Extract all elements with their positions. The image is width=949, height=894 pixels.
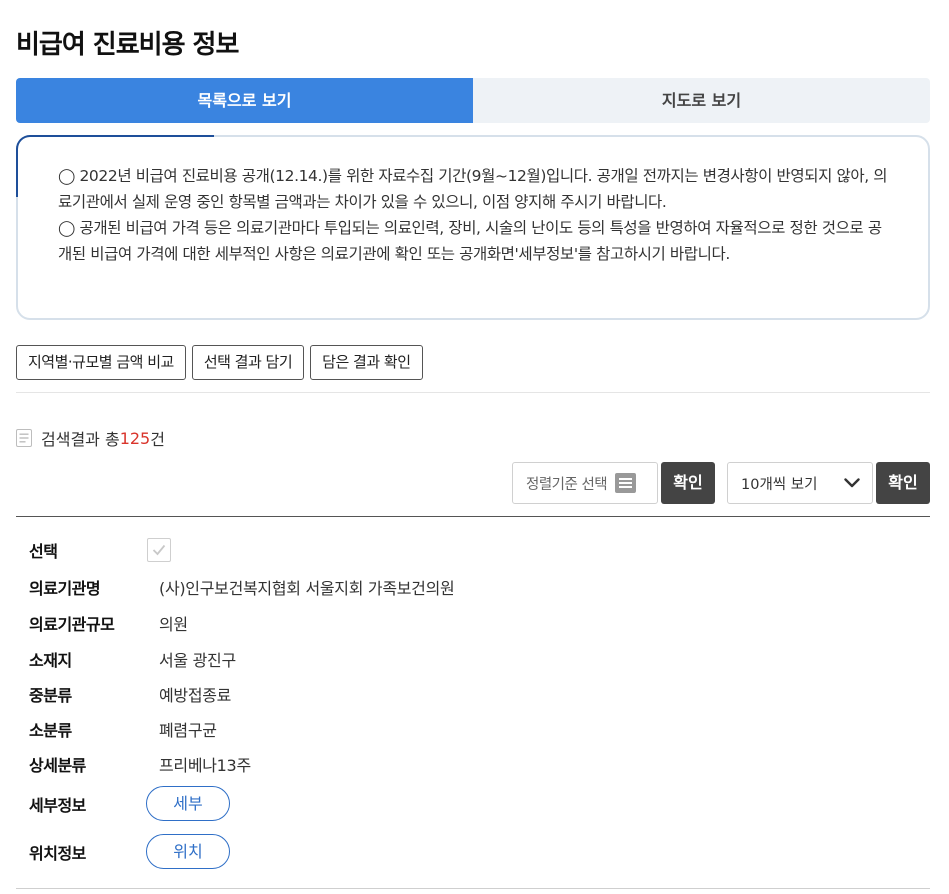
notice-box: ◯ 2022년 비급여 진료비용 공개(12.14.)를 위한 자료수집 기간(… (16, 135, 930, 320)
notice-text-2: ◯ 공개된 비급여 가격 등은 의료기관마다 투입되는 의료인력, 장비, 시술… (58, 219, 882, 263)
page-size-select[interactable]: 10개씩 보기 (727, 462, 873, 504)
row-mid-category: 중분류 예방접종료 (29, 682, 231, 706)
detail-button[interactable]: 세부 (146, 786, 230, 821)
field-value: 프리베나13주 (159, 756, 251, 775)
action-buttons: 지역별·규모별 금액 비교 선택 결과 담기 담은 결과 확인 (16, 345, 423, 380)
result-suffix: 건 (150, 430, 165, 449)
divider (16, 392, 930, 393)
sort-select-label: 정렬기준 선택 (526, 476, 608, 493)
row-detail-info: 세부정보 세부 (29, 786, 230, 821)
check-icon (152, 544, 166, 556)
result-count-number: 125 (119, 428, 151, 448)
page-size-value: 10개씩 보기 (741, 476, 818, 493)
field-label: 상세분류 (29, 756, 86, 775)
field-value: 의원 (159, 615, 188, 634)
list-icon (615, 473, 637, 493)
field-label: 소분류 (29, 721, 72, 740)
field-value: 예방접종료 (159, 686, 232, 705)
detail-info-label: 세부정보 (29, 795, 86, 815)
field-label: 의료기관규모 (29, 615, 115, 634)
field-value: 폐렴구균 (159, 721, 217, 740)
row-sub-category: 소분류 폐렴구균 (29, 717, 217, 741)
field-value: (사)인구보건복지협회 서울지회 가족보건의원 (159, 579, 455, 598)
result-prefix: 검색결과 총 (41, 430, 120, 449)
tab-map-view[interactable]: 지도로 보기 (473, 78, 930, 123)
field-label: 중분류 (29, 686, 72, 705)
select-label: 선택 (29, 542, 58, 561)
location-button[interactable]: 위치 (146, 834, 230, 869)
page-size-confirm-button[interactable]: 확인 (876, 462, 930, 504)
view-tabs: 목록으로 보기 지도로 보기 (16, 78, 930, 123)
result-count: 검색결과 총 125 건 (16, 426, 165, 450)
field-label: 의료기관명 (29, 579, 101, 598)
select-checkbox[interactable] (147, 538, 171, 562)
compare-button[interactable]: 지역별·규모별 금액 비교 (16, 345, 186, 380)
row-select: 선택 (29, 538, 171, 562)
sort-select[interactable]: 정렬기준 선택 (512, 462, 658, 504)
row-institution-size: 의료기관규모 의원 (29, 611, 188, 635)
page-title: 비급여 진료비용 정보 (16, 30, 239, 60)
field-label: 소재지 (29, 651, 72, 670)
chevron-down-icon (844, 478, 860, 488)
field-value: 서울 광진구 (159, 651, 236, 670)
tab-list-view[interactable]: 목록으로 보기 (16, 78, 473, 123)
row-detail-category: 상세분류 프리베나13주 (29, 752, 251, 776)
table-bottom-border (16, 888, 930, 889)
list-controls: 정렬기준 선택 확인 10개씩 보기 확인 (512, 462, 930, 504)
save-selection-button[interactable]: 선택 결과 담기 (191, 345, 305, 380)
location-info-label: 위치정보 (29, 843, 86, 863)
document-icon (16, 429, 32, 447)
table-top-border (16, 516, 930, 517)
row-location: 소재지 서울 광진구 (29, 647, 236, 671)
row-location-info: 위치정보 위치 (29, 834, 230, 869)
sort-confirm-button[interactable]: 확인 (661, 462, 715, 504)
notice-accent-border (16, 135, 214, 197)
row-institution-name: 의료기관명 (사)인구보건복지협회 서울지회 가족보건의원 (29, 575, 455, 599)
view-saved-button[interactable]: 담은 결과 확인 (310, 345, 423, 380)
